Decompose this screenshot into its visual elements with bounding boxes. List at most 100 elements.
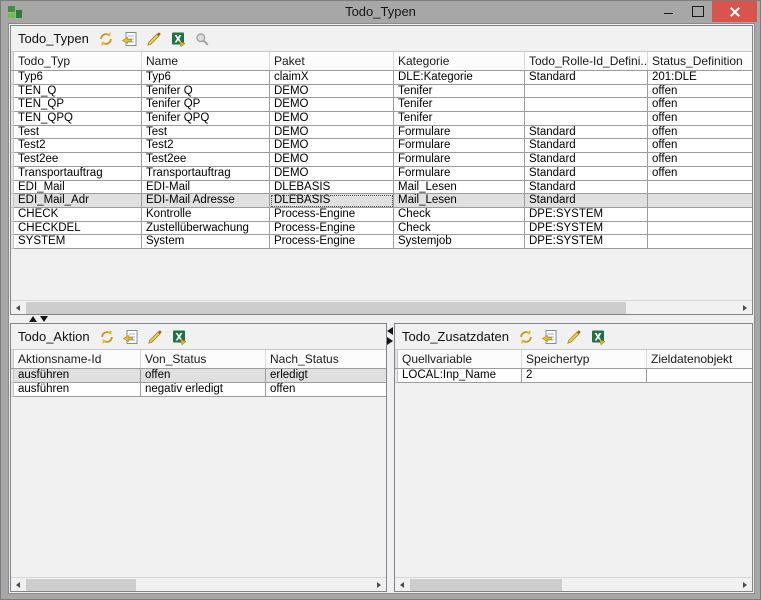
vertical-splitter[interactable]	[387, 323, 394, 592]
grid-cell[interactable]: Test	[14, 126, 142, 140]
column-header[interactable]: Quellvariable	[398, 350, 522, 368]
grid-cell[interactable]: ausführen	[14, 383, 141, 397]
grid-cell[interactable]: Standard	[525, 71, 648, 85]
scroll-right-arrow-icon[interactable]	[372, 578, 386, 591]
splitter-collapse-up-icon[interactable]	[29, 316, 37, 322]
edit-pen-icon[interactable]	[565, 328, 584, 345]
grid-cell[interactable]: Tenifer Q	[142, 85, 270, 99]
grid-cell[interactable]: Mail_Lesen	[394, 194, 525, 208]
grid-cell[interactable]: Check	[394, 208, 525, 222]
grid-cell[interactable]: DEMO	[270, 126, 394, 140]
grid-cell[interactable]: EDI_Mail_Adr	[14, 194, 142, 208]
form-import-icon[interactable]	[122, 328, 141, 345]
table-row[interactable]: SYSTEMSystemProcess-EngineSystemjobDPE:S…	[11, 235, 752, 249]
grid-cell[interactable]	[648, 181, 752, 195]
scroll-right-arrow-icon[interactable]	[738, 301, 752, 314]
grid-cell[interactable]: DPE:SYSTEM	[525, 235, 648, 249]
grid-cell[interactable]: Formulare	[394, 139, 525, 153]
grid-cell[interactable]: offen	[141, 369, 266, 383]
refresh-icon[interactable]	[97, 30, 116, 47]
column-header[interactable]: Todo_Rolle-Id_Defini...	[525, 52, 648, 70]
grid-cell[interactable]: TEN_QPQ	[14, 112, 142, 126]
table-row[interactable]: EDI_Mail_AdrEDI-Mail AdresseDLEBASISMail…	[11, 194, 752, 208]
grid-cell[interactable]: Tenifer	[394, 98, 525, 112]
grid-cell[interactable]: DLEBASIS	[270, 194, 394, 208]
grid-cell[interactable]: DEMO	[270, 167, 394, 181]
table-row[interactable]: ausführennegativ erledigtoffen	[11, 383, 386, 397]
grid-cell[interactable]	[648, 208, 752, 222]
grid-cell[interactable]: Standard	[525, 167, 648, 181]
grid-cell[interactable]: Test2	[142, 139, 270, 153]
grid-cell[interactable]: erledigt	[266, 369, 386, 383]
grid-cell[interactable]: EDI-Mail	[142, 181, 270, 195]
grid-cell[interactable]: Formulare	[394, 126, 525, 140]
grid-cell[interactable]: DEMO	[270, 98, 394, 112]
grid-cell[interactable]	[648, 194, 752, 208]
table-row[interactable]: TransportauftragTransportauftragDEMOForm…	[11, 167, 752, 181]
table-row[interactable]: Test2Test2DEMOFormulareStandardoffen	[11, 139, 752, 153]
grid-cell[interactable]: offen	[266, 383, 386, 397]
splitter-collapse-right-icon[interactable]	[387, 337, 393, 345]
grid-cell[interactable]: offen	[648, 112, 752, 126]
scroll-right-arrow-icon[interactable]	[738, 578, 752, 591]
table-row[interactable]: CHECKDELZustellüberwachungProcess-Engine…	[11, 222, 752, 236]
excel-export-icon[interactable]	[170, 328, 189, 345]
table-row[interactable]: LOCAL:Inp_Name2	[395, 369, 752, 383]
table-row[interactable]: ausführenoffenerledigt	[11, 369, 386, 383]
grid-cell[interactable]: Formulare	[394, 153, 525, 167]
grid-cell[interactable]: Check	[394, 222, 525, 236]
grid-cell[interactable]: DEMO	[270, 85, 394, 99]
grid-cell[interactable]: Systemjob	[394, 235, 525, 249]
close-button[interactable]	[712, 1, 757, 22]
grid-cell[interactable]: DEMO	[270, 112, 394, 126]
grid-cell[interactable]: Process-Engine	[270, 222, 394, 236]
grid-cell[interactable]: DEMO	[270, 139, 394, 153]
grid-cell[interactable]: ausführen	[14, 369, 141, 383]
grid-cell[interactable]: offen	[648, 167, 752, 181]
grid-cell[interactable]: negativ erledigt	[141, 383, 266, 397]
form-import-icon[interactable]	[121, 30, 140, 47]
scrollbar-thumb[interactable]	[26, 302, 626, 314]
grid-cell[interactable]: Test2ee	[14, 153, 142, 167]
column-header[interactable]: Speichertyp	[522, 350, 647, 368]
table-row[interactable]: EDI_MailEDI-MailDLEBASISMail_LesenStanda…	[11, 181, 752, 195]
grid-cell[interactable]: DPE:SYSTEM	[525, 208, 648, 222]
splitter-collapse-left-icon[interactable]	[387, 327, 393, 335]
grid-cell[interactable]: Process-Engine	[270, 208, 394, 222]
column-header[interactable]: Aktionsname-Id	[14, 350, 141, 368]
grid-cell[interactable]: Transportauftrag	[14, 167, 142, 181]
edit-pen-icon[interactable]	[145, 30, 164, 47]
form-import-icon[interactable]	[541, 328, 560, 345]
scroll-left-arrow-icon[interactable]	[11, 578, 25, 591]
grid-cell[interactable]: CHECK	[14, 208, 142, 222]
grid-cell[interactable]: LOCAL:Inp_Name	[398, 369, 522, 383]
grid-cell[interactable]: Standard	[525, 194, 648, 208]
grid-cell[interactable]: Tenifer	[394, 85, 525, 99]
grid-cell[interactable]: Standard	[525, 153, 648, 167]
grid-cell[interactable]	[525, 98, 648, 112]
grid-cell[interactable]: Mail_Lesen	[394, 181, 525, 195]
column-header[interactable]: Name	[142, 52, 270, 70]
grid-cell[interactable]: Test2	[14, 139, 142, 153]
excel-export-icon[interactable]	[589, 328, 608, 345]
grid-cell[interactable]: System	[142, 235, 270, 249]
grid-cell[interactable]: DPE:SYSTEM	[525, 222, 648, 236]
grid-cell[interactable]: SYSTEM	[14, 235, 142, 249]
grid-cell[interactable]: offen	[648, 139, 752, 153]
grid-cell[interactable]: DLEBASIS	[270, 181, 394, 195]
table-row[interactable]: Test2eeTest2eeDEMOFormulareStandardoffen	[11, 153, 752, 167]
grid-cell[interactable]	[647, 369, 752, 383]
grid-cell[interactable]: Tenifer QP	[142, 98, 270, 112]
column-header[interactable]: Von_Status	[141, 350, 266, 368]
grid-cell[interactable]: Tenifer QPQ	[142, 112, 270, 126]
grid-cell[interactable]: Zustellüberwachung	[142, 222, 270, 236]
grid-cell[interactable]	[648, 222, 752, 236]
grid-cell[interactable]: DLE:Kategorie	[394, 71, 525, 85]
column-header[interactable]: Kategorie	[394, 52, 525, 70]
grid-cell[interactable]: Tenifer	[394, 112, 525, 126]
grid-cell[interactable]: claimX	[270, 71, 394, 85]
grid-cell[interactable]: TEN_Q	[14, 85, 142, 99]
grid-cell[interactable]: Test	[142, 126, 270, 140]
maximize-button[interactable]	[683, 1, 712, 22]
minimize-button[interactable]	[654, 1, 683, 22]
